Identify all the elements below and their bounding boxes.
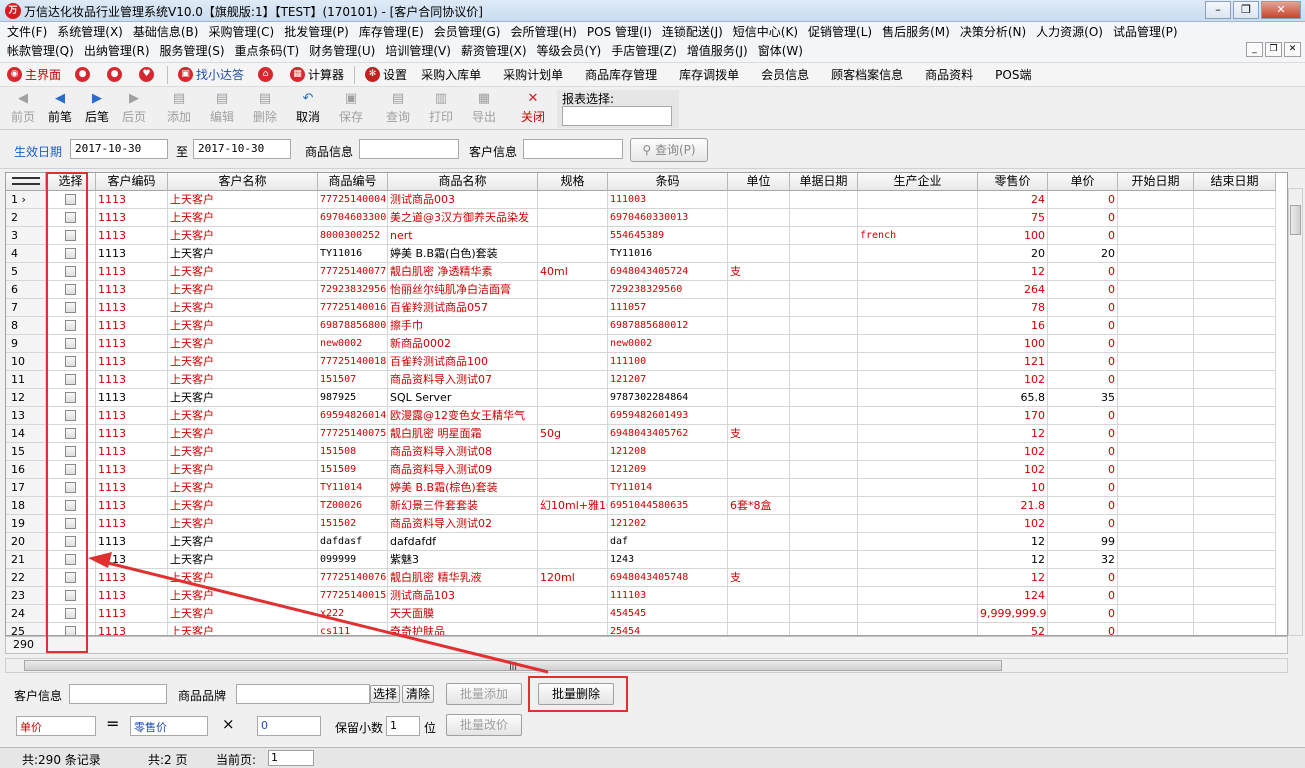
annotation-arrow bbox=[88, 552, 549, 674]
